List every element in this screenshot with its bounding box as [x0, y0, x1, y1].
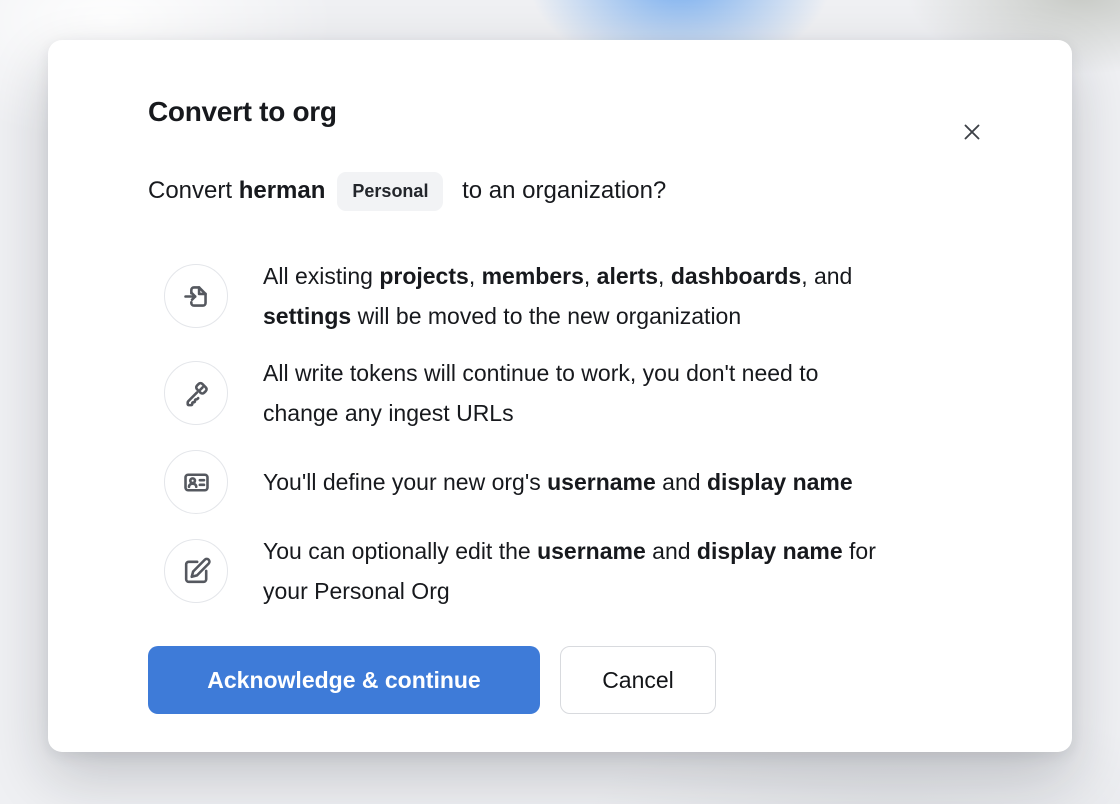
bullet-text-segment: You'll define your new org's: [263, 469, 547, 495]
bullet-text-segment: All write tokens will continue to work, …: [263, 360, 818, 386]
bullet-text-bold-segment: settings: [263, 303, 351, 329]
bullet-text-segment: will be moved to the new organization: [351, 303, 741, 329]
bullet-text-segment: change any ingest URLs: [263, 400, 514, 426]
bullet-text-segment: and: [656, 469, 707, 495]
x-icon: [959, 119, 985, 145]
bullet-text-bold-segment: projects: [379, 263, 468, 289]
bullet-icon-circle: [164, 361, 228, 425]
bullet-text-bold-segment: members: [482, 263, 584, 289]
bullet-row: All existing projects, members, alerts , …: [164, 256, 1020, 336]
convert-to-org-dialog: Convert to org Convert herman Personal to…: [48, 40, 1072, 752]
id-card-icon: [181, 467, 212, 498]
bullet-text-segment: All existing: [263, 263, 379, 289]
edit-icon: [181, 556, 212, 587]
bullet-row: All write tokens will continue to work, …: [164, 353, 1020, 433]
bullet-text-bold-segment: display name: [707, 469, 853, 495]
personal-badge: Personal: [337, 172, 443, 211]
bullet-text-segment: You can optionally edit the: [263, 538, 537, 564]
bullet-text: You'll define your new org's username an…: [263, 462, 853, 502]
username-text: herman: [239, 171, 326, 211]
bullet-row: You'll define your new org's username an…: [164, 450, 1020, 514]
bullet-text: You can optionally edit the username and…: [263, 531, 876, 611]
bullet-text-bold-segment: username: [537, 538, 646, 564]
bullet-icon-circle: [164, 539, 228, 603]
bullet-text-segment: ,: [469, 263, 482, 289]
bullet-text-bold-segment: username: [547, 469, 656, 495]
bullet-text-bold-segment: dashboards: [671, 263, 801, 289]
bullet-text: All write tokens will continue to work, …: [263, 353, 818, 433]
bullet-list: All existing projects, members, alerts , …: [148, 256, 1020, 611]
question-line: Convert herman Personal to an organizatio…: [148, 171, 1020, 211]
key-icon: [181, 378, 212, 409]
file-export-icon: [181, 281, 212, 312]
bullet-text: All existing projects, members, alerts , …: [263, 256, 852, 336]
bullet-text-segment: , and: [801, 263, 852, 289]
question-suffix: to an organization?: [455, 171, 666, 211]
acknowledge-continue-button[interactable]: Acknowledge & continue: [148, 646, 540, 714]
bullet-text-bold-segment: display name: [697, 538, 843, 564]
bullet-text-segment: ,: [658, 263, 671, 289]
question-prefix: Convert: [148, 171, 239, 211]
bullet-text-segment: ,: [584, 263, 597, 289]
bullet-icon-circle: [164, 450, 228, 514]
dialog-title: Convert to org: [148, 95, 1020, 129]
bullet-icon-circle: [164, 264, 228, 328]
bullet-text-segment: and: [646, 538, 697, 564]
bullet-text-segment: your Personal Org: [263, 578, 450, 604]
bullet-row: You can optionally edit the username and…: [164, 531, 1020, 611]
bullet-text-bold-segment: alerts: [597, 263, 658, 289]
cancel-button[interactable]: Cancel: [560, 646, 716, 714]
close-button[interactable]: [958, 118, 986, 146]
bullet-text-segment: for: [843, 538, 876, 564]
dialog-actions: Acknowledge & continue Cancel: [148, 646, 1020, 714]
